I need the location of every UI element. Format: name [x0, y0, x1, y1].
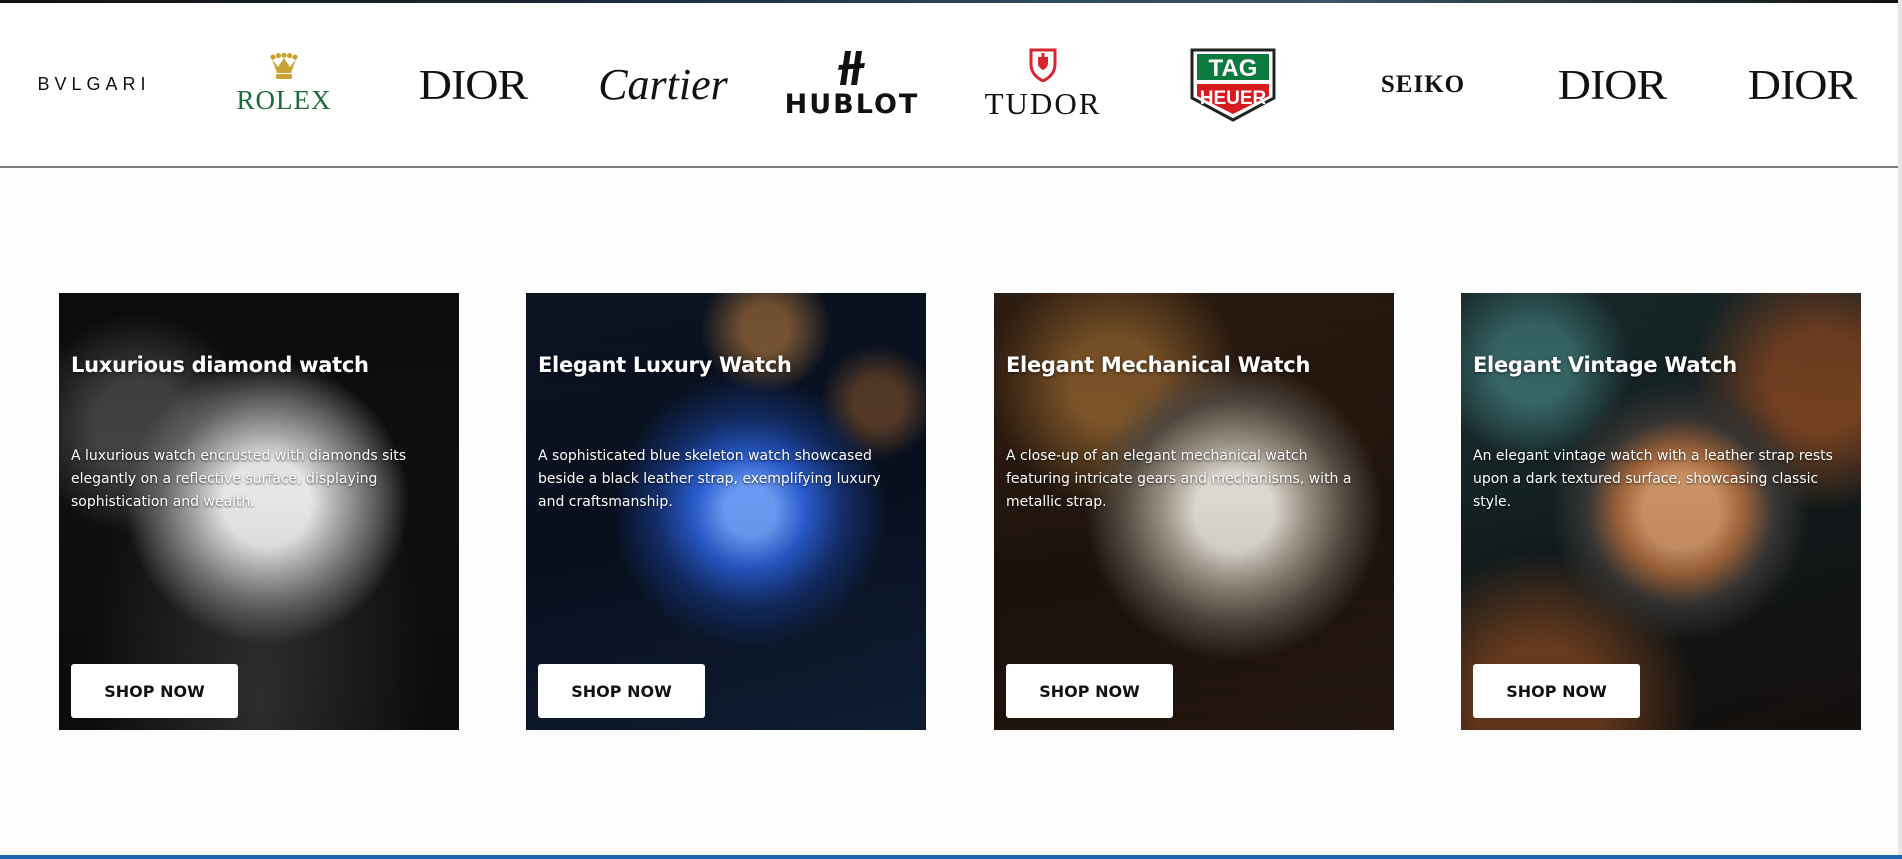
brand-logo-seiko[interactable]: SEIKO [1348, 3, 1498, 166]
brand-logo-dior[interactable]: DIOR [1537, 3, 1687, 166]
card-title: Elegant Vintage Watch [1473, 353, 1737, 377]
brand-name: SEIKO [1380, 70, 1466, 98]
brand-logo-bvlgari[interactable]: BVLGARI [19, 3, 169, 166]
shop-now-button[interactable]: SHOP NOW [1006, 664, 1173, 718]
brand-name: DIOR [418, 61, 528, 108]
rolex-crown-icon [270, 53, 298, 79]
tag-heuer-shield-icon: TAG HEUER [1190, 48, 1276, 122]
product-card[interactable]: Elegant Luxury Watch A sophisticated blu… [526, 293, 926, 730]
brand-name: BVLGARI [37, 74, 151, 94]
product-card[interactable]: Elegant Mechanical Watch A close-up of a… [994, 293, 1394, 730]
card-description: A close-up of an elegant mechanical watc… [1006, 448, 1352, 510]
brand-logo-cartier[interactable]: Cartier [588, 3, 738, 166]
page-scrollbar-track [1898, 0, 1902, 859]
footer-accent-bar [0, 855, 1902, 859]
card-description: An elegant vintage watch with a leather … [1473, 448, 1833, 510]
card-description: A luxurious watch encrusted with diamond… [71, 448, 407, 510]
card-title: Elegant Mechanical Watch [1006, 353, 1311, 377]
brand-logo-tudor[interactable]: TUDOR [968, 3, 1118, 166]
brand-name: Cartier [598, 60, 728, 109]
shop-now-button[interactable]: SHOP NOW [71, 664, 238, 718]
product-card[interactable]: Elegant Vintage Watch An elegant vintage… [1461, 293, 1861, 730]
hublot-h-icon [838, 51, 865, 85]
svg-text:TAG: TAG [1209, 55, 1258, 82]
brand-logo-rolex[interactable]: ROLEX [209, 3, 359, 166]
brand-logo-dior[interactable]: DIOR [1727, 3, 1877, 166]
card-title: Luxurious diamond watch [71, 353, 369, 377]
brand-logo-bar: BVLGARI ROLEX DIOR Cartier HUBLOT TUDOR … [0, 3, 1898, 168]
brand-name: HUBLOT [784, 89, 920, 120]
svg-text:HEUER: HEUER [1200, 88, 1267, 109]
shop-now-button[interactable]: SHOP NOW [1473, 664, 1640, 718]
brand-name: TUDOR [984, 85, 1102, 121]
brand-logo-tag-heuer[interactable]: TAG HEUER [1158, 3, 1308, 166]
brand-logo-dior[interactable]: DIOR [398, 3, 548, 166]
shop-now-button[interactable]: SHOP NOW [538, 664, 705, 718]
brand-name: DIOR [1557, 61, 1667, 108]
card-description: A sophisticated blue skeleton watch show… [538, 448, 881, 510]
brand-name: ROLEX [236, 85, 332, 115]
product-card[interactable]: Luxurious diamond watch A luxurious watc… [59, 293, 459, 730]
card-title: Elegant Luxury Watch [538, 353, 792, 377]
brand-name: DIOR [1747, 61, 1857, 108]
brand-logo-hublot[interactable]: HUBLOT [777, 3, 927, 166]
tudor-shield-icon [1029, 48, 1057, 82]
